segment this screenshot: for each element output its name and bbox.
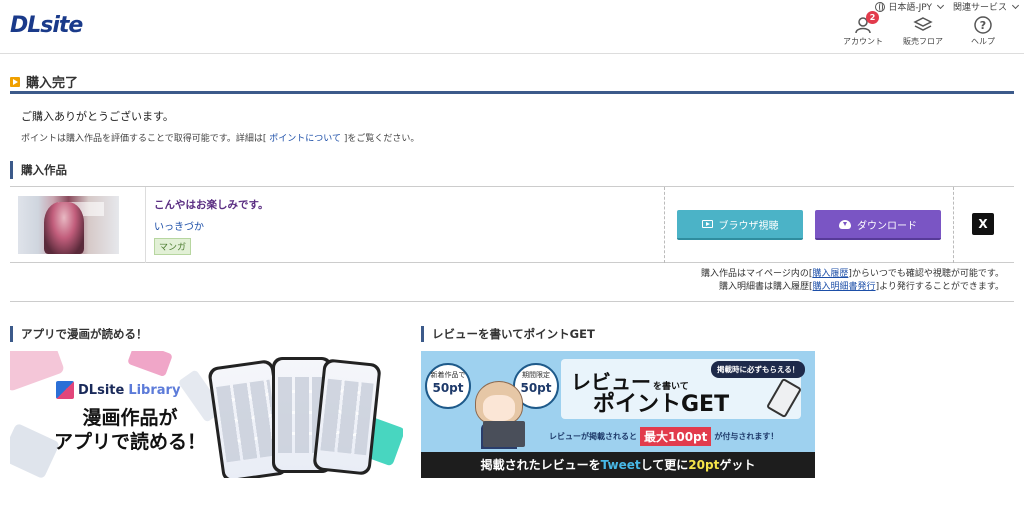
history-line2-suffix: ]より発行することができます。 bbox=[875, 282, 1004, 292]
top-utility-bar: 日本語-JPY 関連サービス bbox=[875, 0, 1020, 13]
chevron-down-icon bbox=[936, 1, 945, 9]
purchase-history-link[interactable]: 購入履歴 bbox=[812, 269, 848, 279]
site-header: DLsite 日本語-JPY 関連サービス 2 アカウント 販売フロア ? ヘル… bbox=[0, 0, 1024, 54]
thumbnail-figure bbox=[44, 202, 84, 254]
library-mark-icon bbox=[56, 381, 74, 399]
header-nav: 2 アカウント 販売フロア ? ヘルプ bbox=[840, 11, 1006, 47]
work-category-tag: マンガ bbox=[154, 238, 192, 255]
download-button[interactable]: ダウンロード bbox=[815, 210, 941, 240]
bubble2-top: 期間限定 bbox=[522, 371, 550, 379]
x-share-button[interactable]: X bbox=[972, 213, 994, 235]
invoice-issue-link[interactable]: 購入明細書発行 bbox=[813, 282, 876, 292]
svg-text:?: ? bbox=[980, 19, 986, 32]
points-note-suffix: ]をご覧ください。 bbox=[343, 134, 420, 144]
nav-sales-floor-label: 販売フロア bbox=[903, 37, 943, 46]
work-thumbnail[interactable] bbox=[18, 196, 119, 254]
globe-icon bbox=[875, 1, 886, 12]
phone-illustration bbox=[312, 358, 382, 476]
action-buttons: ブラウザ視聴 ダウンロード bbox=[664, 187, 954, 263]
nav-account[interactable]: 2 アカウント bbox=[840, 11, 886, 47]
related-services-label: 関連サービス bbox=[952, 3, 1007, 13]
nav-help[interactable]: ? ヘルプ bbox=[960, 14, 1006, 47]
language-selector[interactable]: 日本語-JPY bbox=[875, 0, 945, 13]
dlsite-library-logo: DLsite Library bbox=[56, 381, 180, 399]
history-line1-prefix: 購入作品はマイページ内の[ bbox=[701, 269, 813, 279]
play-marker-icon bbox=[10, 76, 20, 87]
browser-view-button[interactable]: ブラウザ視聴 bbox=[677, 210, 803, 240]
bottom-value: 20pt bbox=[688, 458, 720, 472]
library-logo-sub: Library bbox=[128, 382, 181, 398]
points-info-link[interactable]: ポイントについて bbox=[269, 134, 341, 144]
points-note: ポイントは購入作品を評価することで取得可能です。詳細は[ ポイントについて ]を… bbox=[21, 131, 419, 144]
nav-sales-floor[interactable]: 販売フロア bbox=[900, 14, 946, 47]
app-banner-text: 漫画作品が アプリで読める！ bbox=[50, 406, 210, 454]
app-banner[interactable]: DLsite Library 漫画作品が アプリで読める！ bbox=[10, 351, 403, 478]
review-banner[interactable]: 新着作品で 50pt 期間限定 50pt 掲載時に必ずもらえる！ レビュー を書い… bbox=[421, 351, 815, 478]
related-services-menu[interactable]: 関連サービス bbox=[952, 0, 1020, 13]
browser-view-label: ブラウザ視聴 bbox=[718, 220, 779, 232]
notification-badge: 2 bbox=[866, 11, 879, 24]
points-note-prefix: ポイントは購入作品を評価することで取得可能です。詳細は[ bbox=[21, 134, 267, 144]
laptop-illustration bbox=[483, 421, 525, 447]
desc-highlight: 最大100pt bbox=[640, 427, 712, 446]
nav-help-label: ヘルプ bbox=[971, 37, 995, 46]
work-author[interactable]: いっきづか bbox=[154, 218, 268, 233]
page-title-text: 購入完了 bbox=[26, 76, 79, 91]
section-divider bbox=[10, 301, 1014, 302]
desc-prefix: レビューが掲載されると bbox=[549, 432, 637, 441]
page-title: 購入完了 bbox=[10, 72, 1014, 94]
dlsite-logo[interactable]: DLsite bbox=[10, 13, 83, 38]
language-label: 日本語-JPY bbox=[888, 3, 932, 13]
bubble1-top: 新着作品で bbox=[430, 371, 466, 379]
purchase-history-note: 購入作品はマイページ内の[購入履歴]からいつでも確認や視聴が可能です。 購入明細… bbox=[701, 268, 1004, 294]
bottom-mid: して更に bbox=[640, 458, 689, 472]
thanks-message: ご購入ありがとうございます。 bbox=[21, 110, 174, 123]
history-note-line2: 購入明細書は購入履歴[購入明細書発行]より発行することができます。 bbox=[701, 281, 1004, 294]
bottom-prefix: 掲載されたレビューを bbox=[480, 458, 601, 472]
cloud-download-icon bbox=[839, 219, 851, 229]
history-line2-prefix: 購入明細書は購入履歴[ bbox=[719, 282, 813, 292]
app-banner-line2: アプリで読める！ bbox=[53, 431, 206, 453]
library-logo-main: DLsite bbox=[78, 382, 125, 398]
review-reward-description: レビューが掲載されると 最大100pt が付与されます！ bbox=[549, 427, 778, 446]
layers-icon bbox=[900, 14, 946, 36]
tweet-bonus-strip: 掲載されたレビューをTweetして更に20ptゲット bbox=[421, 452, 815, 478]
purchased-section-title: 購入作品 bbox=[10, 161, 67, 179]
decor-shape bbox=[127, 351, 173, 378]
purchased-item-row: こんやはお楽しみです。 いっきづか マンガ ブラウザ視聴 ダウンロード X bbox=[10, 186, 1014, 263]
new-work-bubble: 新着作品で 50pt bbox=[425, 363, 471, 409]
thumbnail-cell bbox=[10, 187, 146, 263]
review-section-title: レビューを書いてポイントGET bbox=[421, 326, 595, 342]
review-title-line2: ポイントGET bbox=[593, 392, 730, 417]
chevron-down-icon bbox=[1011, 1, 1020, 9]
nav-account-label: アカウント bbox=[843, 37, 883, 46]
bubble1-value: 50pt bbox=[432, 381, 464, 395]
download-label: ダウンロード bbox=[857, 220, 917, 232]
account-icon bbox=[840, 14, 886, 36]
help-icon: ? bbox=[960, 14, 1006, 36]
guaranteed-tag: 掲載時に必ずもらえる！ bbox=[711, 361, 806, 378]
history-line1-suffix: ]からいつでも確認や視聴が可能です。 bbox=[848, 269, 1004, 279]
app-section-title: アプリで漫画が読める！ bbox=[10, 326, 148, 342]
work-title[interactable]: こんやはお楽しみです。 bbox=[154, 197, 268, 212]
desc-suffix: が付与されます！ bbox=[714, 432, 779, 441]
bottom-tweet: Tweet bbox=[600, 458, 641, 472]
history-note-line1: 購入作品はマイページ内の[購入履歴]からいつでも確認や視聴が可能です。 bbox=[701, 268, 1004, 281]
app-banner-line1: 漫画作品が bbox=[82, 407, 178, 429]
play-icon bbox=[701, 220, 713, 228]
bottom-suffix: ゲット bbox=[719, 458, 756, 472]
work-info: こんやはお楽しみです。 いっきづか マンガ bbox=[154, 197, 268, 255]
